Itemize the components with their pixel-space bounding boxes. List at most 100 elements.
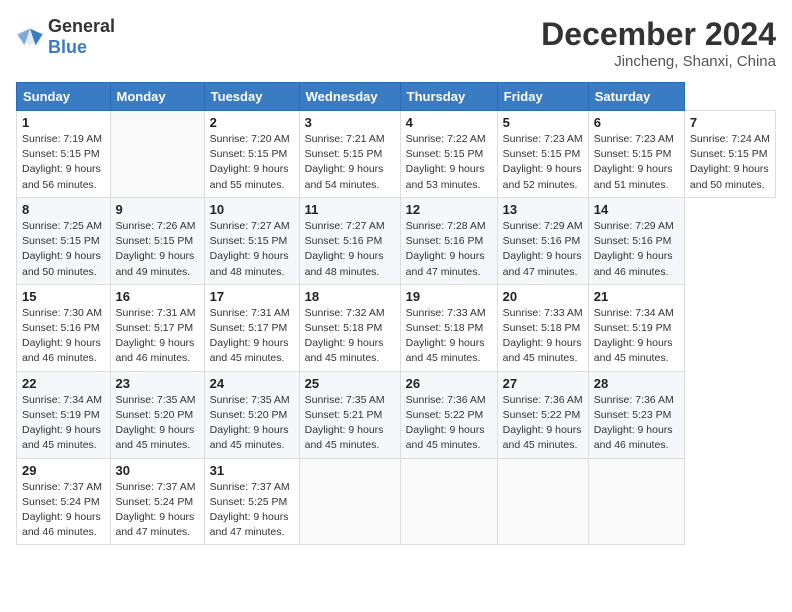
- day-info: Sunrise: 7:33 AMSunset: 5:18 PMDaylight:…: [406, 306, 492, 367]
- day-info: Sunrise: 7:28 AMSunset: 5:16 PMDaylight:…: [406, 219, 492, 280]
- page-header: General Blue December 2024 Jincheng, Sha…: [16, 16, 776, 70]
- table-row: 28 Sunrise: 7:36 AMSunset: 5:23 PMDayligh…: [588, 371, 684, 458]
- day-info: Sunrise: 7:37 AMSunset: 5:25 PMDaylight:…: [210, 480, 294, 541]
- day-info: Sunrise: 7:31 AMSunset: 5:17 PMDaylight:…: [210, 306, 294, 367]
- day-number: 16: [116, 289, 199, 304]
- day-info: Sunrise: 7:27 AMSunset: 5:15 PMDaylight:…: [210, 219, 294, 280]
- table-row: 11Sunrise: 7:27 AMSunset: 5:16 PMDayligh…: [299, 197, 400, 284]
- day-info: Sunrise: 7:36 AMSunset: 5:22 PMDaylight:…: [406, 393, 492, 454]
- day-info: Sunrise: 7:30 AMSunset: 5:16 PMDaylight:…: [22, 306, 105, 367]
- table-row: 7 Sunrise: 7:24 AMSunset: 5:15 PMDaylight…: [684, 111, 775, 198]
- table-row: 3Sunrise: 7:21 AMSunset: 5:15 PMDaylight…: [299, 111, 400, 198]
- table-row: 20 Sunrise: 7:33 AMSunset: 5:18 PMDayligh…: [497, 284, 588, 371]
- day-info: Sunrise: 7:36 AMSunset: 5:23 PMDaylight:…: [594, 393, 679, 454]
- table-row: 27Sunrise: 7:36 AMSunset: 5:22 PMDayligh…: [497, 371, 588, 458]
- day-number: 31: [210, 463, 294, 478]
- header-sunday: Sunday: [17, 83, 111, 111]
- day-number: 8: [22, 202, 105, 217]
- day-number: 15: [22, 289, 105, 304]
- table-row: [497, 458, 588, 545]
- title-block: December 2024 Jincheng, Shanxi, China: [541, 16, 776, 70]
- day-number: 1: [22, 115, 105, 130]
- day-info: Sunrise: 7:21 AMSunset: 5:15 PMDaylight:…: [305, 132, 395, 193]
- day-number: 20: [503, 289, 583, 304]
- day-number: 30: [116, 463, 199, 478]
- logo-blue: Blue: [48, 37, 87, 57]
- table-row: 24Sunrise: 7:35 AMSunset: 5:20 PMDayligh…: [204, 371, 299, 458]
- day-info: Sunrise: 7:35 AMSunset: 5:21 PMDaylight:…: [305, 393, 395, 454]
- day-number: 7: [690, 115, 770, 130]
- logo-icon: [16, 27, 44, 47]
- table-row: [588, 458, 684, 545]
- table-row: 21 Sunrise: 7:34 AMSunset: 5:19 PMDayligh…: [588, 284, 684, 371]
- day-number: 14: [594, 202, 679, 217]
- table-row: 8 Sunrise: 7:25 AMSunset: 5:15 PMDaylight…: [17, 197, 111, 284]
- table-row: [400, 458, 497, 545]
- day-info: Sunrise: 7:22 AMSunset: 5:15 PMDaylight:…: [406, 132, 492, 193]
- day-info: Sunrise: 7:23 AMSunset: 5:15 PMDaylight:…: [594, 132, 679, 193]
- day-number: 23: [116, 376, 199, 391]
- day-info: Sunrise: 7:33 AMSunset: 5:18 PMDaylight:…: [503, 306, 583, 367]
- day-info: Sunrise: 7:24 AMSunset: 5:15 PMDaylight:…: [690, 132, 770, 193]
- day-number: 18: [305, 289, 395, 304]
- header-saturday: Saturday: [588, 83, 684, 111]
- logo-text: General Blue: [48, 16, 115, 58]
- logo-general: General: [48, 16, 115, 36]
- day-info: Sunrise: 7:20 AMSunset: 5:15 PMDaylight:…: [210, 132, 294, 193]
- day-number: 29: [22, 463, 105, 478]
- calendar-week-row: 22 Sunrise: 7:34 AMSunset: 5:19 PMDayligh…: [17, 371, 776, 458]
- day-number: 27: [503, 376, 583, 391]
- table-row: 18Sunrise: 7:32 AMSunset: 5:18 PMDayligh…: [299, 284, 400, 371]
- day-number: 2: [210, 115, 294, 130]
- day-number: 11: [305, 202, 395, 217]
- calendar-week-row: 1 Sunrise: 7:19 AMSunset: 5:15 PMDaylight…: [17, 111, 776, 198]
- logo: General Blue: [16, 16, 115, 58]
- calendar-week-row: 29 Sunrise: 7:37 AMSunset: 5:24 PMDayligh…: [17, 458, 776, 545]
- day-number: 26: [406, 376, 492, 391]
- day-number: 10: [210, 202, 294, 217]
- day-info: Sunrise: 7:35 AMSunset: 5:20 PMDaylight:…: [116, 393, 199, 454]
- day-number: 12: [406, 202, 492, 217]
- day-number: 13: [503, 202, 583, 217]
- header-wednesday: Wednesday: [299, 83, 400, 111]
- table-row: 31 Sunrise: 7:37 AMSunset: 5:25 PMDayligh…: [204, 458, 299, 545]
- day-number: 19: [406, 289, 492, 304]
- table-row: 19 Sunrise: 7:33 AMSunset: 5:18 PMDayligh…: [400, 284, 497, 371]
- day-number: 24: [210, 376, 294, 391]
- table-row: 6 Sunrise: 7:23 AMSunset: 5:15 PMDaylight…: [588, 111, 684, 198]
- header-thursday: Thursday: [400, 83, 497, 111]
- day-number: 5: [503, 115, 583, 130]
- table-row: 9 Sunrise: 7:26 AMSunset: 5:15 PMDaylight…: [110, 197, 204, 284]
- table-row: 13 Sunrise: 7:29 AMSunset: 5:16 PMDayligh…: [497, 197, 588, 284]
- weekday-header-row: Sunday Monday Tuesday Wednesday Thursday…: [17, 83, 776, 111]
- table-row: 29 Sunrise: 7:37 AMSunset: 5:24 PMDayligh…: [17, 458, 111, 545]
- day-number: 28: [594, 376, 679, 391]
- table-row: 2 Sunrise: 7:20 AMSunset: 5:15 PMDaylight…: [204, 111, 299, 198]
- day-info: Sunrise: 7:37 AMSunset: 5:24 PMDaylight:…: [22, 480, 105, 541]
- table-row: 30 Sunrise: 7:37 AMSunset: 5:24 PMDayligh…: [110, 458, 204, 545]
- header-monday: Monday: [110, 83, 204, 111]
- table-row: 15 Sunrise: 7:30 AMSunset: 5:16 PMDayligh…: [17, 284, 111, 371]
- day-info: Sunrise: 7:34 AMSunset: 5:19 PMDaylight:…: [594, 306, 679, 367]
- table-row: 16Sunrise: 7:31 AMSunset: 5:17 PMDayligh…: [110, 284, 204, 371]
- day-info: Sunrise: 7:29 AMSunset: 5:16 PMDaylight:…: [594, 219, 679, 280]
- table-row: 14 Sunrise: 7:29 AMSunset: 5:16 PMDayligh…: [588, 197, 684, 284]
- day-info: Sunrise: 7:34 AMSunset: 5:19 PMDaylight:…: [22, 393, 105, 454]
- day-number: 22: [22, 376, 105, 391]
- day-number: 17: [210, 289, 294, 304]
- day-number: 25: [305, 376, 395, 391]
- day-number: 9: [116, 202, 199, 217]
- day-info: Sunrise: 7:37 AMSunset: 5:24 PMDaylight:…: [116, 480, 199, 541]
- header-friday: Friday: [497, 83, 588, 111]
- day-info: Sunrise: 7:19 AMSunset: 5:15 PMDaylight:…: [22, 132, 105, 193]
- day-info: Sunrise: 7:25 AMSunset: 5:15 PMDaylight:…: [22, 219, 105, 280]
- table-row: 4 Sunrise: 7:22 AMSunset: 5:15 PMDaylight…: [400, 111, 497, 198]
- table-row: 26 Sunrise: 7:36 AMSunset: 5:22 PMDayligh…: [400, 371, 497, 458]
- day-number: 21: [594, 289, 679, 304]
- day-number: 4: [406, 115, 492, 130]
- table-row: 25 Sunrise: 7:35 AMSunset: 5:21 PMDayligh…: [299, 371, 400, 458]
- day-info: Sunrise: 7:29 AMSunset: 5:16 PMDaylight:…: [503, 219, 583, 280]
- day-number: 6: [594, 115, 679, 130]
- day-info: Sunrise: 7:26 AMSunset: 5:15 PMDaylight:…: [116, 219, 199, 280]
- table-row: [299, 458, 400, 545]
